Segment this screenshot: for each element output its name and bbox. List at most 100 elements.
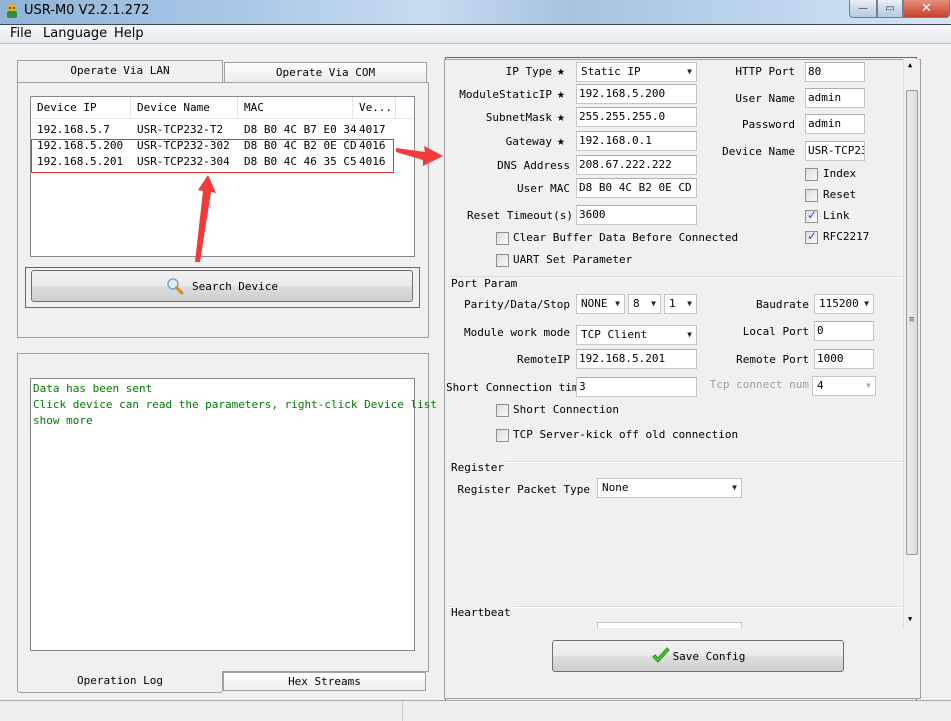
local-port-input[interactable]: 0 [814, 321, 874, 341]
device-mac: D8 B0 4C 46 35 C5 [244, 155, 357, 168]
scroll-down-icon[interactable]: ▼ [908, 615, 912, 623]
minimize-icon: — [858, 3, 868, 14]
chevron-down-icon: ▼ [732, 483, 737, 492]
remote-port-input[interactable]: 1000 [814, 349, 874, 369]
maximize-button[interactable]: ▭ [877, 0, 903, 18]
data-bits-select[interactable]: 8 ▼ [628, 294, 661, 314]
tab-hex-streams[interactable]: Hex Streams [223, 672, 426, 691]
config-scrollbar[interactable]: ▲ ≡ ▼ [903, 59, 919, 629]
clear-buffer-label: Clear Buffer Data Before Connected [513, 231, 739, 244]
heartbeat-title: Heartbeat [451, 606, 513, 619]
checkmark-icon: ✓ [807, 208, 818, 222]
register-packet-type-select[interactable]: None ▼ [597, 478, 742, 498]
link-checkbox[interactable]: ✓ [805, 208, 818, 223]
clear-buffer-checkbox[interactable] [496, 232, 509, 245]
status-bar [0, 700, 951, 721]
dns-input[interactable]: 208.67.222.222 [576, 155, 697, 175]
device-version: 4017 [359, 123, 386, 136]
minimize-button[interactable]: — [849, 0, 877, 18]
column-version[interactable]: Ve... [353, 97, 396, 119]
remote-ip-input[interactable]: 192.168.5.201 [576, 349, 697, 369]
search-device-label: Search Device [191, 279, 279, 293]
chevron-down-icon: ▼ [615, 299, 620, 308]
stop-bits-select[interactable]: 1 ▼ [664, 294, 697, 314]
device-list-header: Device IP Device Name MAC Ve... [31, 97, 414, 119]
port-param-title: Port Param [451, 277, 520, 290]
menu-help[interactable]: Help [114, 26, 144, 41]
short-conn-time-input[interactable]: 3 [576, 377, 697, 397]
checkmark-icon: ✓ [807, 229, 818, 243]
uart-set-checkbox[interactable] [496, 254, 509, 267]
save-config-button[interactable]: Save Config [552, 640, 844, 672]
http-port-label: HTTP Port [735, 65, 795, 78]
log-line: Click device can read the parameters, ri… [33, 398, 437, 411]
required-star-icon: ★ [557, 64, 565, 79]
menu-language[interactable]: Language [43, 26, 107, 41]
password-input[interactable]: admin [805, 114, 865, 134]
work-mode-select[interactable]: TCP Client ▼ [576, 325, 697, 345]
log-line: show more [33, 414, 93, 427]
index-checkbox[interactable] [805, 168, 818, 181]
rfc2217-label: RFC2217 [823, 230, 870, 243]
tcp-connect-num-label: Tcp connect num [709, 378, 809, 391]
tab-operate-via-com[interactable]: Operate Via COM [224, 62, 427, 83]
required-star-icon: ★ [557, 134, 565, 149]
chevron-down-icon: ▼ [864, 299, 869, 308]
required-star-icon: ★ [557, 110, 565, 125]
scrollbar-thumb[interactable]: ≡ [906, 90, 918, 555]
gateway-input[interactable]: 192.168.0.1 [576, 131, 697, 151]
short-connection-checkbox[interactable] [496, 404, 509, 417]
device-ip: 192.168.5.7 [37, 123, 110, 136]
user-mac-input[interactable]: D8 B0 4C B2 0E CD [576, 178, 697, 198]
device-list[interactable]: Device IP Device Name MAC Ve... 192.168.… [30, 96, 415, 257]
column-mac[interactable]: MAC [238, 97, 353, 119]
tcp-connect-num-value: 4 [817, 379, 824, 392]
parity-select[interactable]: NONE ▼ [576, 294, 625, 314]
heartbeat-divider [446, 606, 902, 608]
ip-type-select[interactable]: Static IP ▼ [576, 62, 697, 82]
menu-file[interactable]: File [10, 26, 32, 41]
device-name: USR-TCP232-302 [137, 139, 230, 152]
tab-operate-via-lan[interactable]: Operate Via LAN [17, 60, 223, 82]
subnet-mask-input[interactable]: 255.255.255.0 [576, 107, 697, 127]
local-port-label: Local Port [742, 325, 809, 338]
operation-log[interactable]: Data has been sent Click device can read… [30, 378, 437, 651]
scroll-up-icon[interactable]: ▲ [908, 61, 912, 69]
close-button[interactable]: ✕ [903, 0, 950, 18]
device-mac: D8 B0 4C B2 0E CD [244, 139, 357, 152]
tab-operation-log[interactable]: Operation Log [17, 671, 223, 693]
rfc2217-checkbox[interactable]: ✓ [805, 229, 818, 244]
ip-type-value: Static IP [581, 65, 641, 78]
reset-timeout-input[interactable]: 3600 [576, 205, 697, 225]
log-line: Data has been sent [33, 382, 153, 395]
tcp-connect-num-select[interactable]: 4 ▼ [812, 376, 876, 396]
device-row[interactable]: 192.168.5.201 USR-TCP232-304 D8 B0 4C 46… [31, 154, 414, 170]
data-bits-value: 8 [633, 297, 640, 310]
baudrate-label: Baudrate [756, 298, 809, 311]
device-row[interactable]: 192.168.5.200 USR-TCP232-302 D8 B0 4C B2… [31, 138, 414, 154]
user-name-input[interactable]: admin [805, 88, 865, 108]
reset-label: Reset [823, 188, 857, 201]
device-name: USR-TCP232-T2 [137, 123, 224, 136]
kick-off-label: TCP Server-kick off old connection [513, 428, 739, 441]
http-port-input[interactable]: 80 [805, 62, 865, 82]
column-device-name[interactable]: Device Name [131, 97, 238, 119]
search-device-button[interactable]: Search Device [31, 270, 413, 302]
heartbeat-select-partial[interactable] [597, 622, 742, 628]
status-divider [402, 701, 403, 721]
device-name-input[interactable]: USR-TCP23 [805, 141, 865, 161]
title-bar: USR-M0 V2.2.1.272 — ▭ ✕ [0, 0, 951, 24]
reset-checkbox[interactable] [805, 189, 818, 202]
kick-off-checkbox[interactable] [496, 429, 509, 442]
short-connection-label: Short Connection [513, 403, 619, 416]
user-mac-label: User MAC [517, 182, 570, 195]
work-mode-label: Module work mode [464, 326, 570, 339]
column-device-ip[interactable]: Device IP [31, 97, 131, 119]
chevron-down-icon: ▼ [651, 299, 656, 308]
window-title: USR-M0 V2.2.1.272 [24, 3, 150, 18]
baudrate-select[interactable]: 115200 ▼ [814, 294, 874, 314]
device-ip: 192.168.5.201 [37, 155, 124, 168]
device-row[interactable]: 192.168.5.7 USR-TCP232-T2 D8 B0 4C B7 E0… [31, 122, 414, 138]
module-static-ip-input[interactable]: 192.168.5.200 [576, 84, 697, 104]
baudrate-value: 115200 [819, 297, 859, 310]
